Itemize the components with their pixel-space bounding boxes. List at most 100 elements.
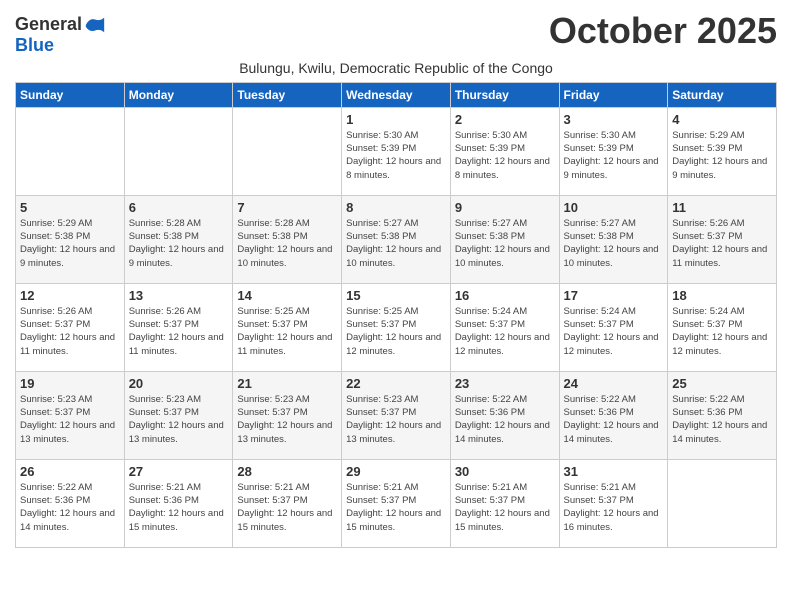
day-info: Sunrise: 5:21 AMSunset: 5:37 PMDaylight:…: [237, 481, 337, 534]
day-info: Sunrise: 5:26 AMSunset: 5:37 PMDaylight:…: [672, 217, 772, 270]
column-header-saturday: Saturday: [668, 82, 777, 107]
day-info: Sunrise: 5:27 AMSunset: 5:38 PMDaylight:…: [455, 217, 555, 270]
day-info: Sunrise: 5:22 AMSunset: 5:36 PMDaylight:…: [672, 393, 772, 446]
day-number: 26: [20, 464, 120, 479]
logo-general: General: [15, 15, 82, 35]
month-title: October 2025: [549, 10, 777, 52]
day-number: 22: [346, 376, 446, 391]
calendar-cell: 25 Sunrise: 5:22 AMSunset: 5:36 PMDayligh…: [668, 371, 777, 459]
calendar-week-row: 1 Sunrise: 5:30 AMSunset: 5:39 PMDaylight…: [16, 107, 777, 195]
calendar-cell: 2 Sunrise: 5:30 AMSunset: 5:39 PMDaylight…: [450, 107, 559, 195]
calendar-cell: [233, 107, 342, 195]
day-number: 13: [129, 288, 229, 303]
day-info: Sunrise: 5:21 AMSunset: 5:36 PMDaylight:…: [129, 481, 229, 534]
day-number: 5: [20, 200, 120, 215]
calendar-cell: 24 Sunrise: 5:22 AMSunset: 5:36 PMDayligh…: [559, 371, 668, 459]
calendar-cell: [668, 459, 777, 547]
day-number: 18: [672, 288, 772, 303]
calendar-cell: 29Sunrise: 5:21 AMSunset: 5:37 PMDayligh…: [342, 459, 451, 547]
calendar-cell: 18 Sunrise: 5:24 AMSunset: 5:37 PMDayligh…: [668, 283, 777, 371]
day-info: Sunrise: 5:24 AMSunset: 5:37 PMDaylight:…: [564, 305, 664, 358]
column-header-thursday: Thursday: [450, 82, 559, 107]
calendar-cell: 1 Sunrise: 5:30 AMSunset: 5:39 PMDaylight…: [342, 107, 451, 195]
day-info: Sunrise: 5:29 AMSunset: 5:38 PMDaylight:…: [20, 217, 120, 270]
day-number: 27: [129, 464, 229, 479]
day-number: 1: [346, 112, 446, 127]
day-number: 15: [346, 288, 446, 303]
day-info: Sunrise: 5:22 AMSunset: 5:36 PMDaylight:…: [564, 393, 664, 446]
calendar-cell: 28 Sunrise: 5:21 AMSunset: 5:37 PMDayligh…: [233, 459, 342, 547]
calendar-week-row: 26 Sunrise: 5:22 AMSunset: 5:36 PMDayligh…: [16, 459, 777, 547]
day-info: Sunrise: 5:30 AMSunset: 5:39 PMDaylight:…: [564, 129, 664, 182]
day-number: 14: [237, 288, 337, 303]
day-info: Sunrise: 5:25 AMSunset: 5:37 PMDaylight:…: [346, 305, 446, 358]
day-number: 31: [564, 464, 664, 479]
day-info: Sunrise: 5:28 AMSunset: 5:38 PMDaylight:…: [237, 217, 337, 270]
day-info: Sunrise: 5:30 AMSunset: 5:39 PMDaylight:…: [455, 129, 555, 182]
day-number: 7: [237, 200, 337, 215]
logo-blue: Blue: [15, 36, 106, 56]
day-info: Sunrise: 5:25 AMSunset: 5:37 PMDaylight:…: [237, 305, 337, 358]
day-info: Sunrise: 5:29 AMSunset: 5:39 PMDaylight:…: [672, 129, 772, 182]
column-header-monday: Monday: [124, 82, 233, 107]
day-number: 12: [20, 288, 120, 303]
calendar-cell: 3Sunrise: 5:30 AMSunset: 5:39 PMDaylight…: [559, 107, 668, 195]
calendar-cell: 16Sunrise: 5:24 AMSunset: 5:37 PMDayligh…: [450, 283, 559, 371]
column-header-friday: Friday: [559, 82, 668, 107]
day-info: Sunrise: 5:23 AMSunset: 5:37 PMDaylight:…: [346, 393, 446, 446]
calendar-cell: 4Sunrise: 5:29 AMSunset: 5:39 PMDaylight…: [668, 107, 777, 195]
day-number: 28: [237, 464, 337, 479]
day-info: Sunrise: 5:21 AMSunset: 5:37 PMDaylight:…: [455, 481, 555, 534]
calendar-cell: 21 Sunrise: 5:23 AMSunset: 5:37 PMDayligh…: [233, 371, 342, 459]
day-number: 2: [455, 112, 555, 127]
day-info: Sunrise: 5:26 AMSunset: 5:37 PMDaylight:…: [20, 305, 120, 358]
subtitle: Bulungu, Kwilu, Democratic Republic of t…: [15, 60, 777, 76]
header: General Blue October 2025: [15, 10, 777, 56]
day-info: Sunrise: 5:23 AMSunset: 5:37 PMDaylight:…: [237, 393, 337, 446]
day-info: Sunrise: 5:30 AMSunset: 5:39 PMDaylight:…: [346, 129, 446, 182]
column-header-wednesday: Wednesday: [342, 82, 451, 107]
column-header-tuesday: Tuesday: [233, 82, 342, 107]
day-info: Sunrise: 5:22 AMSunset: 5:36 PMDaylight:…: [20, 481, 120, 534]
day-number: 10: [564, 200, 664, 215]
day-number: 21: [237, 376, 337, 391]
calendar-cell: [124, 107, 233, 195]
calendar-cell: 31Sunrise: 5:21 AMSunset: 5:37 PMDayligh…: [559, 459, 668, 547]
calendar-cell: 22 Sunrise: 5:23 AMSunset: 5:37 PMDayligh…: [342, 371, 451, 459]
calendar-header-row: SundayMondayTuesdayWednesdayThursdayFrid…: [16, 82, 777, 107]
day-number: 6: [129, 200, 229, 215]
column-header-sunday: Sunday: [16, 82, 125, 107]
calendar-week-row: 19 Sunrise: 5:23 AMSunset: 5:37 PMDayligh…: [16, 371, 777, 459]
day-number: 25: [672, 376, 772, 391]
day-number: 24: [564, 376, 664, 391]
calendar-cell: 12 Sunrise: 5:26 AMSunset: 5:37 PMDayligh…: [16, 283, 125, 371]
day-number: 29: [346, 464, 446, 479]
calendar-cell: 19 Sunrise: 5:23 AMSunset: 5:37 PMDayligh…: [16, 371, 125, 459]
day-number: 11: [672, 200, 772, 215]
day-number: 19: [20, 376, 120, 391]
day-info: Sunrise: 5:26 AMSunset: 5:37 PMDaylight:…: [129, 305, 229, 358]
calendar-cell: 14 Sunrise: 5:25 AMSunset: 5:37 PMDayligh…: [233, 283, 342, 371]
calendar-cell: [16, 107, 125, 195]
day-info: Sunrise: 5:28 AMSunset: 5:38 PMDaylight:…: [129, 217, 229, 270]
calendar-cell: 7 Sunrise: 5:28 AMSunset: 5:38 PMDaylight…: [233, 195, 342, 283]
day-number: 9: [455, 200, 555, 215]
day-info: Sunrise: 5:23 AMSunset: 5:37 PMDaylight:…: [20, 393, 120, 446]
calendar-cell: 30Sunrise: 5:21 AMSunset: 5:37 PMDayligh…: [450, 459, 559, 547]
calendar-cell: 6 Sunrise: 5:28 AMSunset: 5:38 PMDaylight…: [124, 195, 233, 283]
calendar-cell: 23Sunrise: 5:22 AMSunset: 5:36 PMDayligh…: [450, 371, 559, 459]
day-number: 17: [564, 288, 664, 303]
day-info: Sunrise: 5:27 AMSunset: 5:38 PMDaylight:…: [564, 217, 664, 270]
calendar-cell: 9 Sunrise: 5:27 AMSunset: 5:38 PMDaylight…: [450, 195, 559, 283]
day-info: Sunrise: 5:23 AMSunset: 5:37 PMDaylight:…: [129, 393, 229, 446]
calendar-cell: 13 Sunrise: 5:26 AMSunset: 5:37 PMDayligh…: [124, 283, 233, 371]
calendar-table: SundayMondayTuesdayWednesdayThursdayFrid…: [15, 82, 777, 548]
day-info: Sunrise: 5:24 AMSunset: 5:37 PMDaylight:…: [672, 305, 772, 358]
calendar-week-row: 12 Sunrise: 5:26 AMSunset: 5:37 PMDayligh…: [16, 283, 777, 371]
day-info: Sunrise: 5:24 AMSunset: 5:37 PMDaylight:…: [455, 305, 555, 358]
calendar-cell: 8Sunrise: 5:27 AMSunset: 5:38 PMDaylight…: [342, 195, 451, 283]
calendar-cell: 26 Sunrise: 5:22 AMSunset: 5:36 PMDayligh…: [16, 459, 125, 547]
calendar-week-row: 5 Sunrise: 5:29 AMSunset: 5:38 PMDaylight…: [16, 195, 777, 283]
calendar-cell: 20Sunrise: 5:23 AMSunset: 5:37 PMDayligh…: [124, 371, 233, 459]
logo: General Blue: [15, 14, 106, 56]
